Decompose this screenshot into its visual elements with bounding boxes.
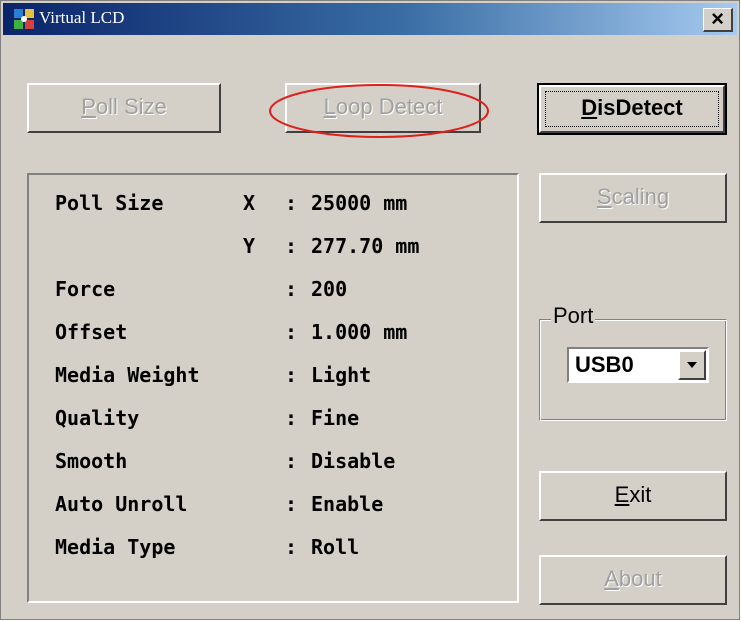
poll-size-button-label: Poll Size [81, 94, 167, 119]
virtual-lcd-window: Virtual LCD × Poll Size Loop Detect DisD… [0, 0, 740, 620]
close-button[interactable]: × [703, 8, 733, 32]
port-legend: Port [551, 303, 596, 329]
info-label: Smooth [55, 449, 128, 473]
disdetect-button[interactable]: DisDetect [537, 83, 727, 135]
exit-button[interactable]: Exit [539, 471, 727, 521]
info-value: 1.000 mm [311, 320, 408, 344]
info-colon: : [285, 320, 298, 344]
poll-size-button[interactable]: Poll Size [27, 83, 221, 133]
info-colon: : [285, 277, 298, 301]
exit-button-label: Exit [614, 482, 652, 507]
info-colon: : [285, 406, 298, 430]
info-label: Offset [55, 320, 128, 344]
info-value: 200 [311, 277, 348, 301]
port-select[interactable]: USB0 [567, 347, 709, 383]
about-button-label: About [604, 566, 662, 591]
info-label: Force [55, 277, 116, 301]
info-value: Disable [311, 449, 396, 473]
scaling-button[interactable]: Scaling [539, 173, 727, 223]
info-label: Quality [55, 406, 140, 430]
info-label: Poll Size [55, 191, 164, 215]
info-value: 25000 mm [311, 191, 408, 215]
info-value: Roll [311, 535, 360, 559]
info-axis: X [243, 191, 256, 215]
info-colon: : [285, 449, 298, 473]
info-colon: : [285, 191, 298, 215]
window-title: Virtual LCD [39, 8, 125, 27]
info-axis: Y [243, 234, 256, 258]
info-colon: : [285, 535, 298, 559]
info-colon: : [285, 363, 298, 387]
disdetect-button-label: DisDetect [581, 95, 683, 120]
info-value: 277.70 mm [311, 234, 420, 258]
port-dropdown-button[interactable] [678, 350, 706, 380]
app-icon [14, 9, 34, 29]
info-label: Media Type [55, 535, 176, 559]
close-icon: × [711, 6, 724, 31]
info-value: Enable [311, 492, 384, 516]
about-button[interactable]: About [539, 555, 727, 605]
info-colon: : [285, 234, 298, 258]
info-label: Media Weight [55, 363, 200, 387]
info-label: Auto Unroll [55, 492, 188, 516]
scaling-button-label: Scaling [596, 184, 670, 209]
info-value: Light [311, 363, 372, 387]
info-colon: : [285, 492, 298, 516]
annotation-ellipse [269, 84, 489, 138]
port-select-value: USB0 [575, 352, 634, 377]
title-bar[interactable]: Virtual LCD × [3, 3, 737, 35]
chevron-down-icon [687, 362, 697, 368]
printer-info-panel: Poll Size X : 25000 mm Y : 277.70 mm For… [27, 173, 519, 603]
info-value: Fine [311, 406, 360, 430]
